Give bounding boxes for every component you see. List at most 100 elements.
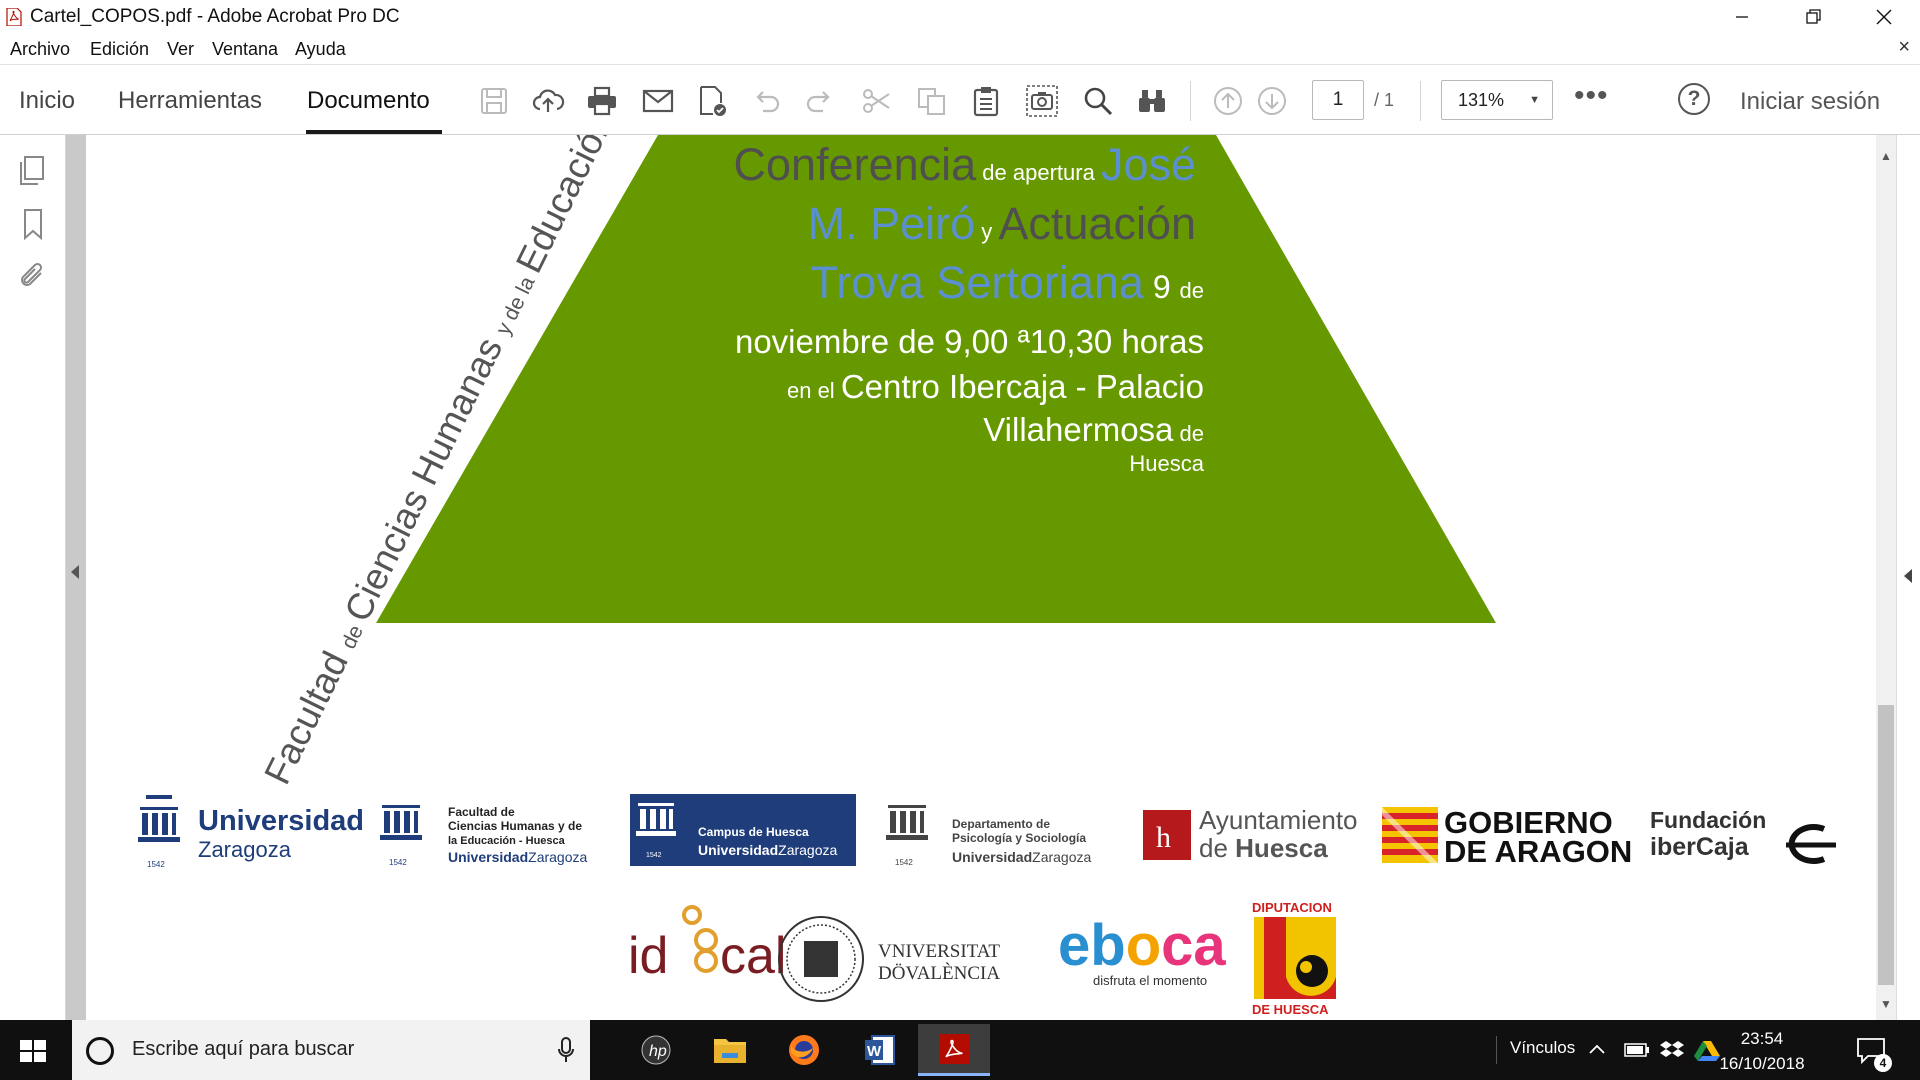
menu-ver[interactable]: Ver [167, 39, 194, 60]
menu-ayuda[interactable]: Ayuda [295, 39, 346, 60]
minimize-button[interactable] [1706, 0, 1778, 34]
page-number-input[interactable]: 1 [1312, 80, 1364, 120]
poster-line-6: Villahermosa de [983, 411, 1204, 448]
diag-facultad: Facultad [256, 636, 360, 791]
sign-in-button[interactable]: Iniciar sesión [1740, 88, 1880, 116]
menu-archivo[interactable]: Archivo [10, 39, 70, 60]
camera-icon [1026, 85, 1058, 117]
tab-documento[interactable]: Documento [307, 87, 430, 115]
more-tools-button[interactable]: ••• [1574, 79, 1609, 113]
close-document-button[interactable]: × [1898, 36, 1910, 59]
scroll-up-icon[interactable]: ▲ [1880, 149, 1892, 163]
unizar-year: 1542 [147, 860, 165, 869]
spellcheck-button[interactable] [694, 83, 730, 119]
cloud-upload-icon [532, 89, 565, 112]
title-bar: Cartel_COPOS.pdf - Adobe Acrobat Pro DC [0, 0, 1920, 34]
facultad-line1: Facultad de [448, 805, 515, 819]
logo-idocal: id cal [628, 905, 786, 985]
facultad-building-icon [380, 805, 422, 840]
unizar-building-icon [138, 795, 180, 842]
logo-fundacion-ibercaja: Fundación iberCaja [1650, 807, 1836, 864]
poster-line-7: Huesca [1129, 451, 1204, 476]
dropbox-icon[interactable] [1660, 1040, 1684, 1060]
paste-button[interactable] [968, 83, 1004, 119]
battery-icon[interactable] [1624, 1042, 1650, 1058]
taskbar-hp-app[interactable]: hp [620, 1024, 692, 1076]
search-button[interactable] [1080, 83, 1116, 119]
bookmark-icon[interactable] [16, 207, 50, 241]
attachment-icon[interactable] [16, 259, 50, 293]
close-window-button[interactable] [1848, 0, 1920, 34]
page-thumbnails-icon[interactable] [16, 153, 50, 187]
departamento-year: 1542 [895, 858, 913, 867]
campus-year: 1542 [646, 852, 662, 859]
redo-icon [806, 91, 830, 113]
printer-icon [588, 86, 616, 116]
undo-button[interactable] [748, 83, 784, 119]
diputacion-mark-icon [1296, 955, 1328, 987]
campus-line2: UniversidadZaragoza [698, 842, 837, 858]
menu-ventana[interactable]: Ventana [212, 39, 278, 60]
right-panel-toggle[interactable] [1896, 135, 1920, 1020]
taskbar-clock[interactable]: 23:54 16/10/2018 [1712, 1026, 1812, 1076]
print-button[interactable] [584, 83, 620, 119]
scroll-down-icon[interactable]: ▼ [1880, 997, 1892, 1011]
taskbar-word[interactable]: W [844, 1024, 916, 1076]
svg-text:hp: hp [649, 1043, 667, 1060]
departamento-line1: Departamento de [952, 817, 1050, 831]
unizar-name: Universidad [198, 805, 364, 837]
taskbar-firefox[interactable] [768, 1024, 840, 1076]
clock-time: 23:54 [1740, 1029, 1784, 1048]
restore-button[interactable] [1778, 0, 1850, 34]
windows-start-icon[interactable] [20, 1040, 46, 1062]
upload-cloud-button[interactable] [530, 83, 566, 119]
redo-button[interactable] [802, 83, 838, 119]
save-icon [481, 88, 507, 114]
word-icon: W [865, 1035, 895, 1065]
next-page-button[interactable] [1254, 83, 1290, 119]
expand-right-panel-icon [1904, 569, 1912, 583]
logo-diputacion-huesca: DIPUTACION DE HUESCA [1252, 900, 1336, 1017]
scrollbar-thumb[interactable] [1878, 705, 1894, 985]
snapshot-button[interactable] [1024, 83, 1060, 119]
chevron-up-icon[interactable] [1588, 1042, 1606, 1056]
menu-edicion[interactable]: Edición [90, 39, 149, 60]
taskbar-acrobat[interactable] [918, 1024, 990, 1076]
document-view[interactable]: Facultad de Ciencias Humanas y de la Edu… [86, 135, 1876, 1020]
logo-departamento-psicologia: 1542 Departamento de Psicología y Sociol… [886, 805, 1091, 867]
zoom-select[interactable]: 131% ▼ [1441, 80, 1553, 120]
advanced-search-button[interactable] [1134, 83, 1170, 119]
search-icon [1084, 87, 1113, 116]
cut-button[interactable] [858, 83, 894, 119]
aragon-line2: DE ARAGON [1444, 834, 1632, 869]
taskbar-search-placeholder: Escribe aquí para buscar [132, 1038, 355, 1060]
tab-inicio[interactable]: Inicio [19, 87, 75, 115]
tray-links-label[interactable]: Vínculos [1510, 1038, 1575, 1058]
ayuntamiento-line2: de Huesca [1199, 833, 1328, 863]
copy-icon [918, 88, 945, 115]
save-button[interactable] [476, 83, 512, 119]
taskbar-file-explorer[interactable] [694, 1024, 766, 1076]
active-tab-indicator [306, 130, 442, 134]
restore-icon [1806, 9, 1821, 24]
taskbar-search-box[interactable]: Escribe aquí para buscar [72, 1020, 590, 1080]
window-title: Cartel_COPOS.pdf - Adobe Acrobat Pro DC [30, 6, 400, 27]
zoom-value: 131% [1458, 90, 1505, 110]
email-button[interactable] [640, 83, 676, 119]
logo-ayuntamiento-huesca: h Ayuntamiento de Huesca [1143, 805, 1358, 863]
poster-line-2: M. Peiró y Actuación [808, 198, 1196, 249]
tab-herramientas[interactable]: Herramientas [118, 87, 262, 115]
toolbar-separator [1190, 81, 1191, 121]
poster-de-2: de [1173, 421, 1204, 446]
help-button[interactable]: ? [1678, 83, 1710, 115]
logo-facultad-humanas: 1542 Facultad de Ciencias Humanas y de l… [380, 805, 587, 867]
logo-campus-huesca: 1542 Campus de Huesca UniversidadZaragoz… [630, 794, 856, 866]
vertical-scrollbar[interactable]: ▲ ▼ [1876, 135, 1896, 1020]
poster-villahermosa: Villahermosa [983, 411, 1174, 448]
copy-button[interactable] [914, 83, 950, 119]
previous-page-button[interactable] [1210, 83, 1246, 119]
spellcheck-icon [700, 86, 726, 116]
collapse-left-icon [71, 565, 79, 579]
left-panel-collapse-bar[interactable] [66, 135, 86, 1020]
microphone-icon[interactable] [558, 1036, 574, 1064]
